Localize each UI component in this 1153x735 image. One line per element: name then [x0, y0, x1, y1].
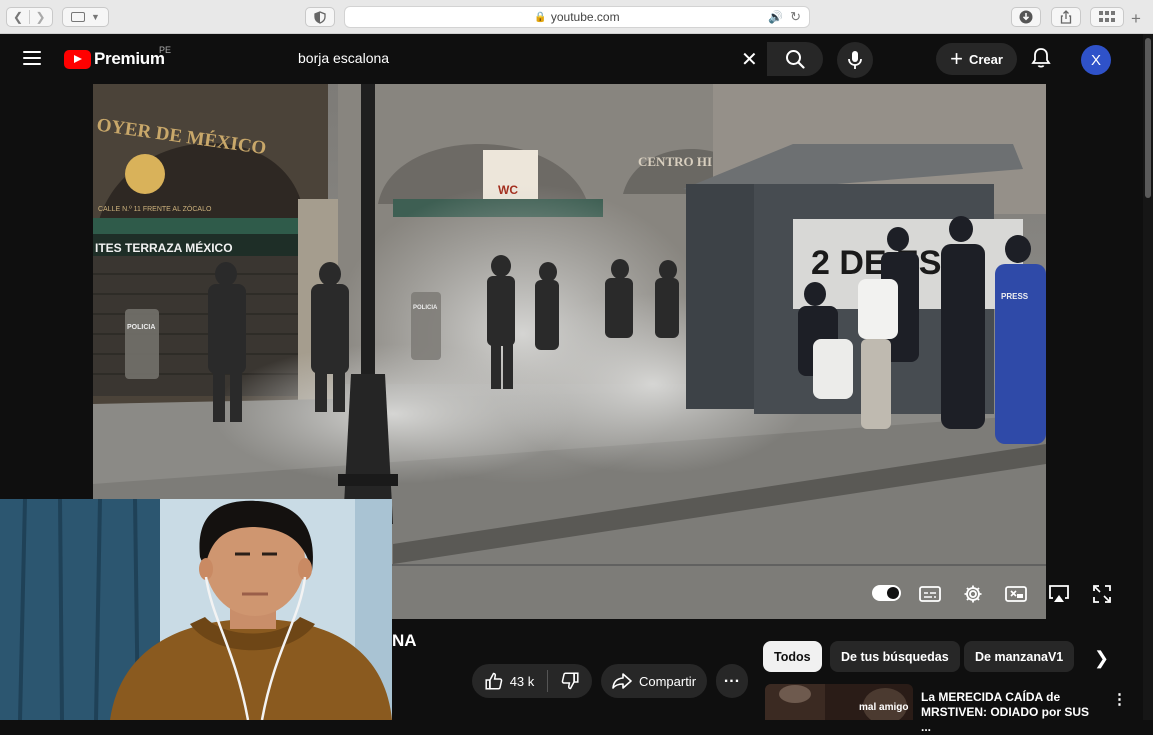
fullscreen-icon — [1093, 585, 1111, 603]
menu-icon[interactable] — [23, 51, 41, 65]
search-button[interactable] — [767, 42, 823, 76]
more-actions-button[interactable]: ... — [716, 664, 748, 698]
sidebar-toggle-button[interactable]: ▼ — [62, 7, 109, 27]
back-forward-buttons[interactable]: ❮ ❯ — [6, 7, 53, 27]
voice-search-button[interactable] — [837, 42, 873, 78]
recommendation-title[interactable]: La MERECIDA CAÍDA de MRSTIVEN: ODIADO po… — [921, 690, 1101, 735]
speaker-icon[interactable]: 🔊 — [768, 10, 783, 24]
thumbnail-text: mal amigo — [859, 702, 909, 713]
subtitles-button[interactable] — [917, 583, 943, 605]
divider — [547, 670, 549, 692]
more-vertical-icon[interactable]: ⋮ — [1112, 690, 1127, 708]
more-horizontal-icon: ... — [723, 669, 741, 686]
police-shield-text: POLICIA — [127, 324, 155, 331]
webcam-overlay — [0, 499, 392, 720]
miniplayer-icon — [1005, 586, 1027, 602]
chip-todos[interactable]: Todos — [763, 641, 822, 672]
browser-toolbar: ❮ ❯ ▼ 🔒 youtube.com 🔊 ↻ + — [0, 0, 1153, 34]
chevron-left-icon[interactable]: ❮ — [8, 10, 30, 24]
webcam-frame — [0, 499, 392, 720]
chevron-right-icon[interactable]: ❯ — [30, 10, 52, 24]
share-label: Compartir — [638, 673, 697, 689]
country-code: PE — [159, 45, 172, 55]
chevron-down-icon: ▼ — [91, 12, 100, 22]
youtube-premium-logo[interactable]: Premium PE — [64, 45, 171, 69]
search-icon — [786, 50, 805, 69]
notifications-bell-icon[interactable] — [1031, 47, 1051, 74]
reload-icon[interactable]: ↻ — [790, 9, 801, 25]
recommendation-thumbnail[interactable]: mal amigo — [765, 684, 913, 720]
address-bar[interactable]: 🔒 youtube.com 🔊 ↻ — [344, 6, 810, 28]
thumbs-down-icon[interactable] — [561, 672, 579, 690]
sidebar-icon — [71, 12, 86, 22]
download-icon — [1019, 10, 1033, 24]
create-label: Crear — [968, 51, 1003, 67]
lock-icon: 🔒 — [534, 11, 547, 23]
like-dislike-group: 43 k — [472, 664, 592, 698]
press-vest-text: PRESS — [1001, 292, 1029, 301]
page-scrollbar[interactable] — [1143, 34, 1153, 720]
search-input[interactable]: borja escalona — [298, 50, 389, 66]
youtube-play-icon — [64, 49, 91, 69]
miniplayer-button[interactable] — [1003, 583, 1029, 605]
share-icon — [1060, 10, 1072, 24]
scrollbar-thumb[interactable] — [1145, 38, 1151, 198]
awning-text: ITES TERRAZA MÉXICO — [95, 240, 233, 255]
thumbs-up-icon — [485, 672, 503, 690]
autoplay-toggle[interactable] — [872, 585, 901, 601]
share-arrow-icon — [612, 673, 632, 689]
tabs-grid-icon — [1099, 11, 1115, 22]
youtube-header: Premium PE borja escalona ✕ + Crear X — [0, 34, 1153, 84]
logo-text: Premium — [94, 49, 165, 68]
like-count: 43 k — [509, 673, 535, 689]
account-avatar[interactable]: X — [1081, 45, 1111, 75]
chip-channel[interactable]: De manzanaV1 — [964, 641, 1075, 672]
downloads-button[interactable] — [1011, 7, 1041, 27]
chip-from-searches[interactable]: De tus búsquedas — [830, 641, 960, 672]
restaurant-address: CALLE N.º 11 FRENTE AL ZÓCALO — [98, 204, 212, 213]
centro-sign: CENTRO HI — [638, 154, 712, 169]
new-tab-button[interactable]: + — [1131, 9, 1141, 29]
chevron-right-icon[interactable]: ❯ — [1094, 648, 1109, 669]
shield-icon — [314, 10, 326, 24]
video-title: NA — [392, 631, 417, 650]
privacy-shield-button[interactable] — [305, 7, 335, 27]
airplay-icon — [1049, 585, 1069, 602]
airplay-button[interactable] — [1046, 583, 1072, 605]
like-button[interactable]: 43 k — [485, 672, 535, 690]
clear-search-icon[interactable]: ✕ — [741, 47, 758, 72]
create-button[interactable]: + Crear — [936, 43, 1017, 75]
police-shield-text-2: POLICIA — [413, 305, 438, 311]
share-button[interactable] — [1051, 7, 1081, 27]
plus-icon: + — [950, 46, 963, 71]
url-text: youtube.com — [550, 10, 620, 24]
tab-overview-button[interactable] — [1090, 7, 1124, 27]
settings-button[interactable] — [960, 583, 986, 605]
fullscreen-button[interactable] — [1089, 583, 1115, 605]
subtitles-icon — [919, 586, 941, 602]
microphone-icon — [848, 51, 862, 69]
gear-icon — [964, 585, 982, 603]
share-button[interactable]: Compartir — [601, 664, 707, 698]
